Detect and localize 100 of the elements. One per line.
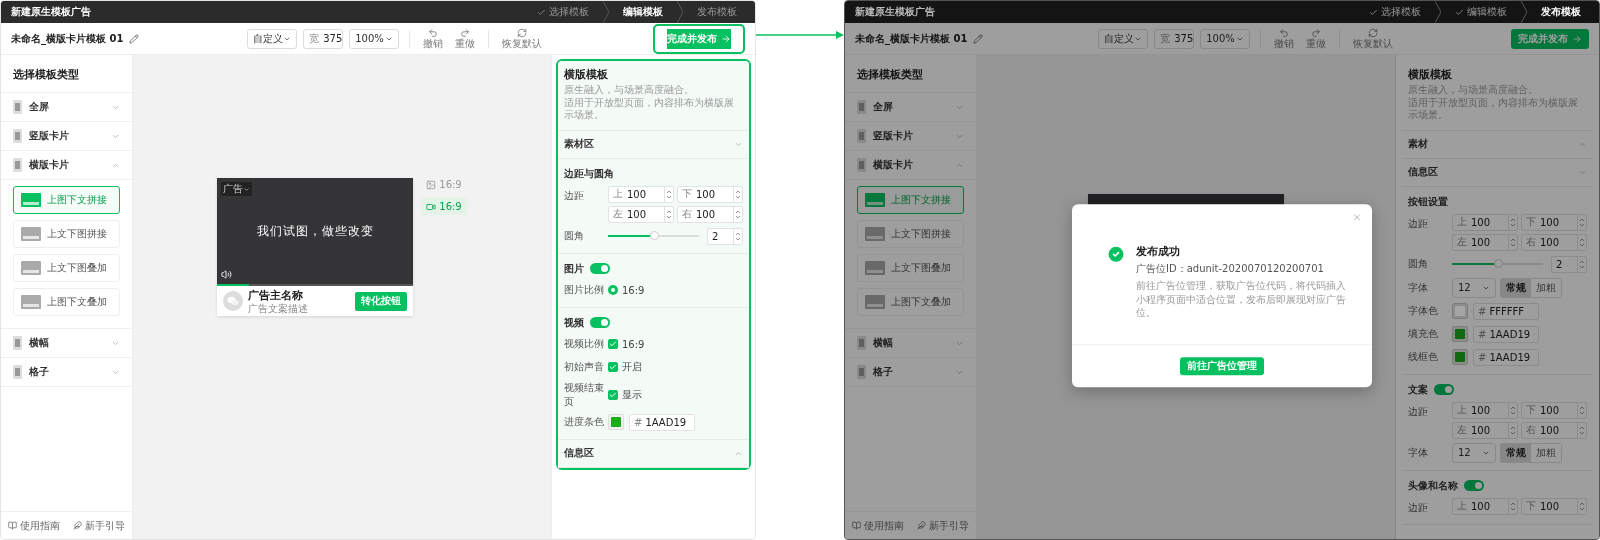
font-size-select[interactable]: 12: [1452, 442, 1496, 463]
template-option[interactable]: 上图下文叠加: [13, 288, 120, 316]
weight-option[interactable]: 常规: [1501, 278, 1531, 297]
template-group[interactable]: 竖版卡片: [1, 122, 132, 151]
number-field[interactable]: 下 100: [1521, 401, 1587, 419]
number-field[interactable]: 右 100: [1521, 233, 1587, 251]
redo-button[interactable]: 重做: [452, 28, 479, 49]
field-label: 进度条色: [564, 415, 605, 429]
preset-select[interactable]: 自定义: [1098, 28, 1149, 49]
undo-button[interactable]: 撤销: [420, 28, 447, 49]
advertiser-name: 广告主名称: [248, 288, 305, 303]
template-group[interactable]: 全屏: [845, 93, 976, 122]
ad-description: 广告文案描述: [248, 303, 310, 314]
group-title: 边距与圆角: [564, 166, 614, 181]
zoom-select[interactable]: 100%: [1200, 28, 1251, 49]
number-field[interactable]: 2: [1551, 255, 1587, 273]
group-title: 视频: [564, 315, 584, 330]
template-option[interactable]: 上文下图拼接: [13, 220, 120, 248]
number-field[interactable]: 下 100: [677, 185, 743, 203]
panel-title: 横版模板: [564, 67, 609, 82]
section-title: 信息区: [564, 446, 594, 460]
group-title: 文案: [1408, 382, 1428, 397]
number-field[interactable]: 左 100: [608, 205, 674, 223]
number-field[interactable]: 左 100: [1452, 421, 1518, 439]
number-field[interactable]: 右 100: [677, 205, 743, 223]
document-title: 未命名_横版卡片模板 01: [855, 31, 968, 46]
width-field[interactable]: 宽 375: [1154, 28, 1195, 49]
template-group[interactable]: 格子: [1, 358, 132, 387]
field-label: 视频结束页: [564, 380, 605, 409]
number-field[interactable]: 下 100: [1521, 497, 1587, 515]
template-group[interactable]: 格子: [845, 358, 976, 387]
template-group[interactable]: 横幅: [845, 329, 976, 358]
option-label: 16:9: [622, 284, 645, 296]
preset-select[interactable]: 自定义: [247, 28, 298, 49]
template-option[interactable]: 上文下图拼接: [857, 220, 964, 248]
hex-field[interactable]: # 1AAD19: [1473, 348, 1539, 366]
hex-field[interactable]: # 1AAD19: [1473, 325, 1539, 343]
panel-title: 横版模板: [1408, 67, 1453, 82]
sidebar-title: 选择模板类型: [1, 55, 132, 93]
step-item: 选择模板: [529, 5, 597, 19]
footer-link[interactable]: 使用指南: [7, 518, 60, 533]
template-group[interactable]: 横幅: [1, 329, 132, 358]
field-label: 边距: [1408, 216, 1429, 231]
field-label: 字体色: [1408, 304, 1439, 318]
weight-option[interactable]: 常规: [1501, 443, 1531, 462]
field-label: 字体: [1408, 280, 1429, 295]
hex-field[interactable]: # 1AAD19: [629, 413, 695, 431]
option-label: 16:9: [622, 338, 645, 350]
template-group[interactable]: 全屏: [1, 93, 132, 122]
sidebar-title: 选择模板类型: [845, 55, 976, 93]
undo-button[interactable]: 撤销: [1271, 28, 1298, 49]
font-size-select[interactable]: 12: [1452, 277, 1496, 298]
template-group[interactable]: 横版卡片: [1, 151, 132, 180]
footer-link[interactable]: 使用指南: [851, 518, 904, 533]
step-item: 发布模板: [696, 5, 738, 19]
app-title: 新建原生模板广告: [855, 5, 935, 19]
group-title: 图片: [564, 261, 584, 276]
field-label: 初始声音: [564, 360, 605, 374]
hex-field[interactable]: # FFFFFF: [1473, 302, 1539, 320]
width-field[interactable]: 宽 375: [303, 28, 344, 49]
step-item: 选择模板: [1361, 5, 1429, 19]
panel-description: 原生融入，与场景高度融合。: [564, 84, 695, 97]
dialog-title: 发布成功: [1136, 244, 1181, 260]
step-item: 编辑模板: [622, 5, 664, 19]
section-title: 素材: [1408, 137, 1428, 151]
zoom-select[interactable]: 100%: [349, 28, 400, 49]
reset-button[interactable]: 恢复默认: [499, 28, 546, 49]
option-label: 开启: [622, 360, 642, 374]
field-label: 边距: [1408, 404, 1429, 419]
number-field[interactable]: 右 100: [1521, 421, 1587, 439]
footer-link[interactable]: 新手引导: [917, 518, 970, 533]
field-label: 边距: [1408, 500, 1429, 515]
field-label: 圆角: [564, 229, 585, 243]
app-title: 新建原生模板广告: [11, 5, 91, 19]
panel-description: 适用于开放型页面，内容排布为横版展示场景。: [564, 96, 735, 122]
section-title: 素材区: [564, 137, 594, 151]
option-label: 显示: [622, 387, 642, 402]
template-option[interactable]: 上图下文拼接: [13, 186, 120, 214]
dialog-message: 前往广告位管理，获取广告位代码，将代码插入小程序页面中适合位置，发布后即展现对应广告位。: [1136, 279, 1347, 320]
field-label: 字体: [1408, 445, 1429, 460]
number-field[interactable]: 左 100: [1452, 233, 1518, 251]
field-label: 图片比例: [564, 283, 605, 297]
redo-button[interactable]: 重做: [1303, 28, 1330, 49]
field-label: 视频比例: [564, 337, 605, 351]
template-option[interactable]: 上图下文叠加: [857, 288, 964, 316]
field-label: 圆角: [1408, 257, 1429, 271]
field-label: 填充色: [1408, 327, 1439, 341]
footer-link[interactable]: 新手引导: [73, 518, 126, 533]
template-option[interactable]: 上文下图叠加: [13, 254, 120, 282]
number-field[interactable]: 下 100: [1521, 213, 1587, 231]
template-group[interactable]: 横版卡片: [845, 151, 976, 180]
field-label: 边距: [564, 188, 585, 203]
template-option[interactable]: 上文下图叠加: [857, 254, 964, 282]
template-group[interactable]: 竖版卡片: [845, 122, 976, 151]
group-title: 按钮设置: [1408, 194, 1448, 209]
number-field[interactable]: 2: [707, 227, 743, 245]
field-label: 线框色: [1408, 350, 1439, 364]
number-field[interactable]: 上 100: [608, 185, 674, 203]
document-title: 未命名_横版卡片模板 01: [11, 31, 124, 46]
reset-button[interactable]: 恢复默认: [1350, 28, 1397, 49]
